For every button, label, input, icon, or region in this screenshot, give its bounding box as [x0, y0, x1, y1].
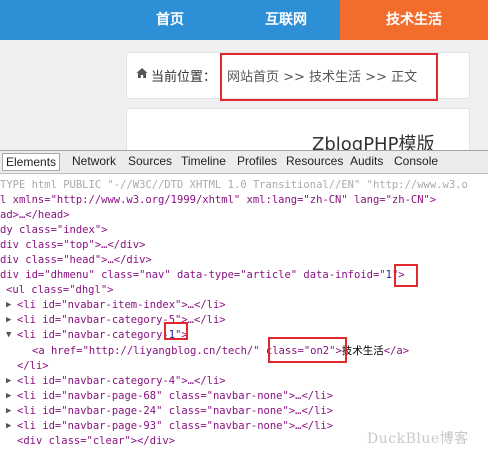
anchor-text: 技术生活	[341, 345, 384, 357]
dom-line-li-close[interactable]: </li>	[17, 359, 49, 374]
tab-console[interactable]: Console	[394, 154, 438, 168]
tab-timeline[interactable]: Timeline	[181, 154, 226, 168]
tab-audits[interactable]: Audits	[350, 154, 383, 168]
dom-line-div-dhmenu[interactable]: div id="dhmenu" class="nav" data-type="a…	[0, 268, 405, 283]
dom-line-ul[interactable]: <ul class="dhgl">	[6, 283, 113, 298]
tab-elements[interactable]: Elements	[2, 153, 61, 171]
dom-line-div-top[interactable]: div class="top">…</div>	[0, 238, 145, 253]
dom-line-head[interactable]: ad>…</head>	[0, 208, 70, 223]
dom-line-anchor[interactable]: <a href="http://liyangblog.cn/tech/" cla…	[32, 344, 409, 359]
expand-arrow-icon[interactable]: ▶	[6, 313, 11, 328]
tab-network[interactable]: Network	[72, 154, 116, 168]
expand-arrow-icon[interactable]: ▶	[6, 298, 11, 313]
breadcrumb-highlight-box	[220, 53, 438, 101]
tab-resources[interactable]: Resources	[286, 154, 343, 168]
collapse-arrow-icon[interactable]: ▼	[6, 328, 11, 343]
li-category-tag-text: <li id="navbar-category	[17, 329, 163, 341]
nav-item-home[interactable]: 首页	[130, 0, 210, 40]
dom-line-li-index[interactable]: <li id="nvabar-item-index">…</li>	[17, 298, 226, 313]
watermark: DuckBlue博客	[367, 431, 469, 447]
site-nav-bar: 首页 互联网 技术生活	[0, 0, 488, 40]
nav-item-internet[interactable]: 互联网	[236, 0, 336, 40]
dom-line-li-page-24[interactable]: <li id="navbar-page-24" class="navbar-no…	[17, 404, 333, 419]
devtools-tab-bar: Elements Network Sources Timeline Profil…	[0, 151, 488, 174]
category-id-highlight-box	[164, 322, 188, 340]
dom-line-body[interactable]: dy class="index">	[0, 223, 107, 238]
tab-profiles[interactable]: Profiles	[237, 154, 277, 168]
expand-arrow-icon[interactable]: ▶	[6, 389, 11, 404]
dom-line-html[interactable]: l xmlns="http://www.w3.org/1999/xhtml" x…	[0, 193, 436, 208]
breadcrumb-label: 当前位置：	[151, 70, 217, 85]
home-icon	[136, 68, 148, 78]
class-on2-highlight-box	[268, 337, 347, 363]
devtools-panel: Elements Network Sources Timeline Profil…	[0, 150, 488, 450]
expand-arrow-icon[interactable]: ▶	[6, 419, 11, 434]
dhmenu-tag-text: div id="dhmenu" class="nav" data-type="a…	[0, 269, 386, 281]
dom-line-li-category-4[interactable]: <li id="navbar-category-4">…</li>	[17, 374, 226, 389]
anchor-end-tag: </a>	[383, 345, 410, 357]
dom-line-li-category-1[interactable]: <li id="navbar-category-1">	[17, 328, 188, 343]
anchor-href-text: <a href="http://liyangblog.cn/tech/"	[32, 345, 266, 357]
infoid-highlight-box	[394, 264, 418, 287]
dom-line-li-page-68[interactable]: <li id="navbar-page-68" class="navbar-no…	[17, 389, 333, 404]
dom-line-li-page-93[interactable]: <li id="navbar-page-93" class="navbar-no…	[17, 419, 333, 434]
dom-line-li-category-5[interactable]: <li id="navbar-category-5">…</li>	[17, 313, 226, 328]
dom-line-doctype: TYPE html PUBLIC "-//W3C//DTD XHTML 1.0 …	[0, 179, 468, 191]
expand-arrow-icon[interactable]: ▶	[6, 404, 11, 419]
dom-tree: TYPE html PUBLIC "-//W3C//DTD XHTML 1.0 …	[0, 174, 488, 450]
dom-line-div-clear[interactable]: <div class="clear"></div>	[17, 434, 175, 449]
expand-arrow-icon[interactable]: ▶	[6, 374, 11, 389]
dom-line-div-head[interactable]: div class="head">…</div>	[0, 253, 152, 268]
nav-item-tech-life[interactable]: 技术生活	[340, 0, 488, 40]
tab-sources[interactable]: Sources	[128, 154, 172, 168]
